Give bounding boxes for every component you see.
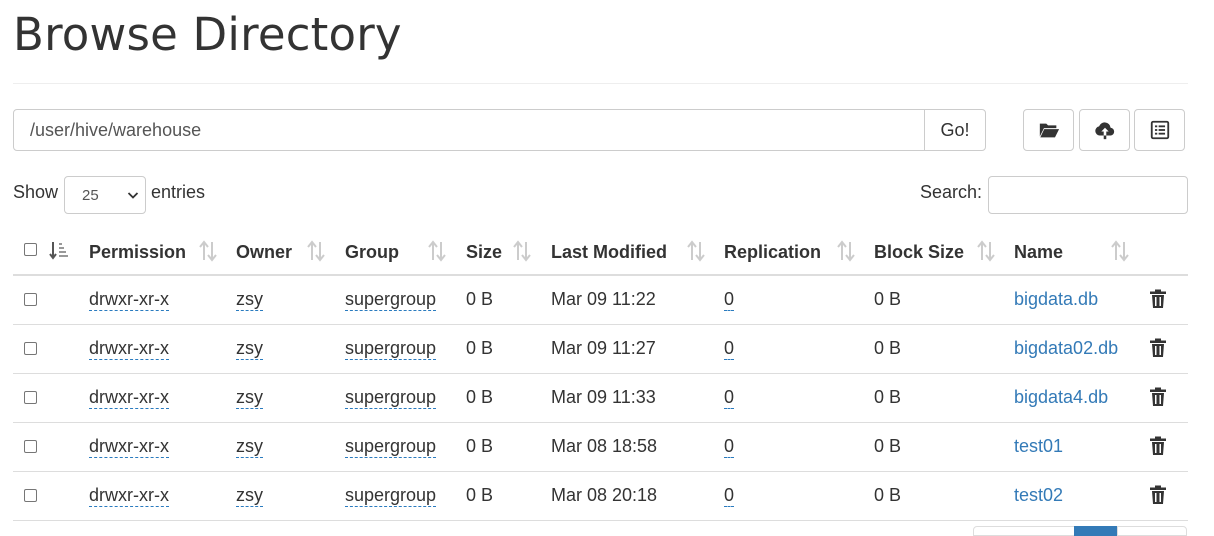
path-input[interactable] xyxy=(13,109,925,151)
table-row: drwxr-xr-x zsy supergroup 0 B Mar 09 11:… xyxy=(13,325,1188,374)
name-link[interactable]: bigdata02.db xyxy=(1014,338,1118,358)
replication-cell[interactable]: 0 xyxy=(724,484,735,507)
table-row: drwxr-xr-x zsy supergroup 0 B Mar 09 11:… xyxy=(13,374,1188,423)
modified-cell: Mar 08 18:58 xyxy=(551,436,658,456)
column-permission[interactable]: Permission xyxy=(89,230,186,274)
chevron-down-icon xyxy=(127,192,139,199)
list-alt-icon xyxy=(1150,120,1169,140)
permission-cell[interactable]: drwxr-xr-x xyxy=(89,435,169,458)
name-link[interactable]: bigdata4.db xyxy=(1014,387,1108,407)
folder-open-icon xyxy=(1039,123,1059,138)
page-length-value: 25 xyxy=(82,187,99,204)
permission-cell[interactable]: drwxr-xr-x xyxy=(89,386,169,409)
owner-cell[interactable]: zsy xyxy=(236,484,263,507)
table-body: drwxr-xr-x zsy supergroup 0 B Mar 09 11:… xyxy=(13,276,1188,521)
show-label: Show xyxy=(13,182,59,202)
owner-cell[interactable]: zsy xyxy=(236,337,263,360)
sort-both-icon[interactable] xyxy=(976,240,996,262)
table-row: drwxr-xr-x zsy supergroup 0 B Mar 09 11:… xyxy=(13,276,1188,325)
block-size-cell: 0 B xyxy=(874,485,902,505)
select-all-checkbox[interactable] xyxy=(24,243,37,256)
size-cell: 0 B xyxy=(466,289,494,309)
permission-cell[interactable]: drwxr-xr-x xyxy=(89,337,169,360)
column-name[interactable]: Name xyxy=(1014,230,1063,274)
modified-cell: Mar 08 20:18 xyxy=(551,485,658,505)
column-block-size[interactable]: Block Size xyxy=(874,230,964,274)
search-input[interactable] xyxy=(988,176,1188,214)
name-link[interactable]: test02 xyxy=(1014,485,1063,505)
column-group[interactable]: Group xyxy=(345,230,399,274)
block-size-cell: 0 B xyxy=(874,338,902,358)
column-size[interactable]: Size xyxy=(466,230,502,274)
pagination-current-page[interactable] xyxy=(1074,526,1118,536)
sort-both-icon[interactable] xyxy=(512,240,532,262)
path-bar: Go! xyxy=(13,109,986,151)
row-checkbox[interactable] xyxy=(24,440,37,453)
owner-cell[interactable]: zsy xyxy=(236,288,263,311)
modified-cell: Mar 09 11:27 xyxy=(551,338,656,358)
cloud-upload-icon xyxy=(1094,122,1114,140)
permission-cell[interactable]: drwxr-xr-x xyxy=(89,484,169,507)
name-link[interactable]: test01 xyxy=(1014,436,1063,456)
group-cell[interactable]: supergroup xyxy=(345,386,437,409)
modified-cell: Mar 09 11:22 xyxy=(551,289,656,309)
replication-cell[interactable]: 0 xyxy=(724,435,735,458)
column-last-modified[interactable]: Last Modified xyxy=(551,230,667,274)
block-size-cell: 0 B xyxy=(874,387,902,407)
create-directory-button[interactable] xyxy=(1023,109,1074,151)
sort-both-icon[interactable] xyxy=(1110,240,1130,262)
trash-icon[interactable] xyxy=(1149,436,1167,456)
group-cell[interactable]: supergroup xyxy=(345,337,437,360)
table-row: drwxr-xr-x zsy supergroup 0 B Mar 08 20:… xyxy=(13,472,1188,521)
column-owner[interactable]: Owner xyxy=(236,230,292,274)
row-checkbox[interactable] xyxy=(24,391,37,404)
page-length-select[interactable]: 25 xyxy=(64,176,146,214)
replication-cell[interactable]: 0 xyxy=(724,337,735,360)
pagination-previous[interactable] xyxy=(973,526,1075,536)
row-checkbox[interactable] xyxy=(24,489,37,502)
trash-icon[interactable] xyxy=(1149,387,1167,407)
sort-both-icon[interactable] xyxy=(836,240,856,262)
go-button[interactable]: Go! xyxy=(924,109,986,151)
pagination-next[interactable] xyxy=(1117,526,1187,536)
entries-label: entries xyxy=(151,182,206,202)
sort-both-icon[interactable] xyxy=(306,240,326,262)
size-cell: 0 B xyxy=(466,387,494,407)
search-label: Search: xyxy=(920,182,983,202)
modified-cell: Mar 09 11:33 xyxy=(551,387,656,407)
table-row: drwxr-xr-x zsy supergroup 0 B Mar 08 18:… xyxy=(13,423,1188,472)
permission-cell[interactable]: drwxr-xr-x xyxy=(89,288,169,311)
title-divider xyxy=(13,83,1188,84)
row-checkbox[interactable] xyxy=(24,342,37,355)
size-cell: 0 B xyxy=(466,338,494,358)
sort-both-icon[interactable] xyxy=(198,240,218,262)
cut-paste-button[interactable] xyxy=(1134,109,1185,151)
page-title: Browse Directory xyxy=(13,8,402,61)
size-cell: 0 B xyxy=(466,485,494,505)
group-cell[interactable]: supergroup xyxy=(345,288,437,311)
trash-icon[interactable] xyxy=(1149,338,1167,358)
owner-cell[interactable]: zsy xyxy=(236,435,263,458)
owner-cell[interactable]: zsy xyxy=(236,386,263,409)
upload-files-button[interactable] xyxy=(1079,109,1130,151)
block-size-cell: 0 B xyxy=(874,436,902,456)
sort-both-icon[interactable] xyxy=(686,240,706,262)
trash-icon[interactable] xyxy=(1149,485,1167,505)
sort-amount-icon[interactable] xyxy=(49,240,69,262)
replication-cell[interactable]: 0 xyxy=(724,288,735,311)
row-checkbox[interactable] xyxy=(24,293,37,306)
group-cell[interactable]: supergroup xyxy=(345,484,437,507)
name-link[interactable]: bigdata.db xyxy=(1014,289,1098,309)
sort-both-icon[interactable] xyxy=(427,240,447,262)
column-replication[interactable]: Replication xyxy=(724,230,821,274)
size-cell: 0 B xyxy=(466,436,494,456)
table-header: Permission Owner Group Size Last Modifie… xyxy=(13,230,1188,276)
block-size-cell: 0 B xyxy=(874,289,902,309)
group-cell[interactable]: supergroup xyxy=(345,435,437,458)
trash-icon[interactable] xyxy=(1149,289,1167,309)
file-table: Permission Owner Group Size Last Modifie… xyxy=(13,230,1188,521)
replication-cell[interactable]: 0 xyxy=(724,386,735,409)
